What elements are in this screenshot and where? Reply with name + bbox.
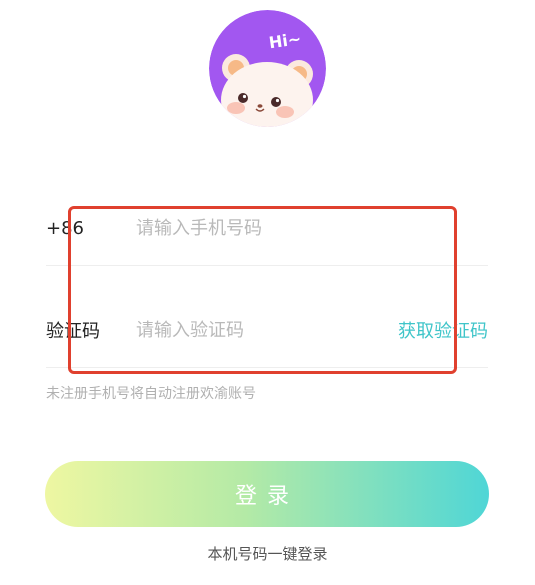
bear-avatar-icon: Hi~ (209, 10, 326, 127)
login-button[interactable]: 登录 (45, 461, 489, 527)
phone-row: +86 (46, 202, 488, 254)
phone-input[interactable] (136, 208, 488, 248)
one-key-login-link[interactable]: 本机号码一键登录 (0, 543, 535, 564)
avatar: Hi~ (209, 10, 326, 127)
auto-register-tip: 未注册手机号将自动注册欢渝账号 (46, 386, 256, 402)
country-code[interactable]: +86 (46, 218, 136, 239)
code-row: 验证码 获取验证码 (46, 304, 488, 356)
get-code-button[interactable]: 获取验证码 (398, 317, 488, 343)
divider (46, 265, 488, 266)
divider (46, 367, 488, 368)
code-input[interactable] (136, 310, 398, 350)
code-label: 验证码 (46, 321, 100, 342)
